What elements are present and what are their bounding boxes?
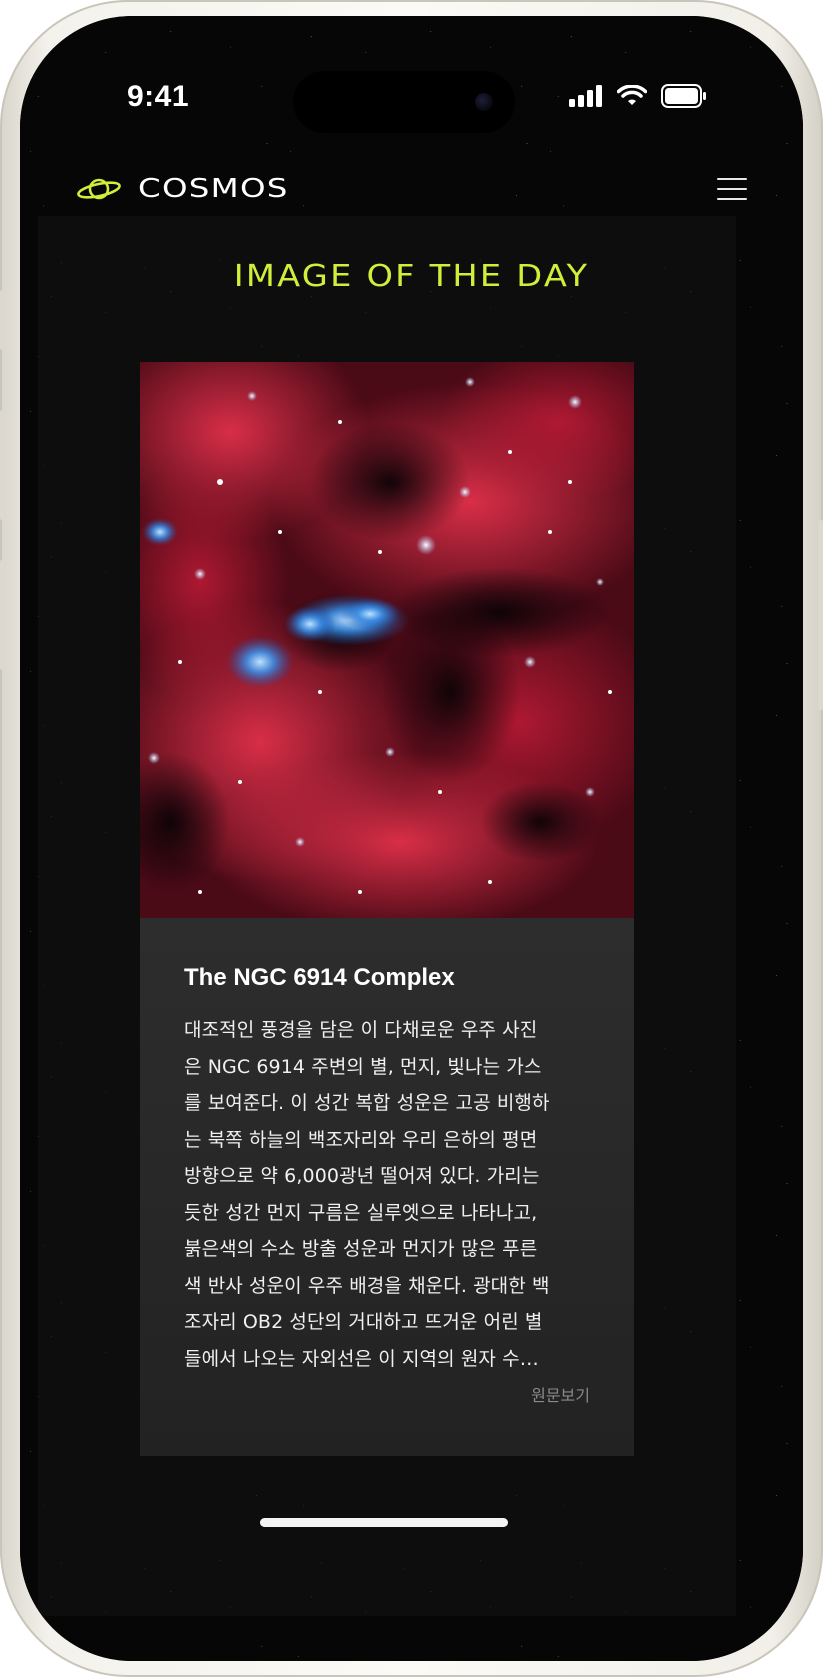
article-body-line: 은 NGC 6914 주변의 별, 먼지, 빛나는 가스 <box>184 1055 542 1078</box>
phone-frame: 9:41 COSMOS IMAGE OF THE DAY The NGC 691… <box>0 0 823 1677</box>
article-body-line: 를 보여준다. 이 성간 복합 성운은 고공 비행하 <box>184 1092 550 1114</box>
article-card: The NGC 6914 Complex 대조적인 풍경을 담은 이 다채로운 … <box>140 918 634 1456</box>
side-button <box>818 520 823 710</box>
wifi-icon <box>617 85 647 105</box>
section-title: IMAGE OF THE DAY <box>233 259 590 294</box>
brand-name[interactable]: COSMOS <box>138 174 289 204</box>
view-original-link[interactable]: 원문보기 <box>531 1382 590 1406</box>
article-body-line: 는 북쪽 하늘의 백조자리와 우리 은하의 평면 <box>184 1128 538 1151</box>
article-body-line: 대조적인 풍경을 담은 이 다채로운 우주 사진 <box>184 1019 538 1041</box>
hamburger-menu-icon[interactable] <box>717 178 747 202</box>
planet-icon[interactable] <box>76 174 122 204</box>
cellular-signal-icon <box>569 85 602 107</box>
front-camera-icon <box>475 93 493 111</box>
article-body-line: 색 반사 성운이 우주 배경을 채운다. 광대한 백 <box>184 1274 550 1297</box>
article-body-line: 듯한 성간 먼지 구름은 실루엣으로 나타나고, <box>184 1201 538 1224</box>
home-indicator[interactable] <box>260 1518 508 1527</box>
status-icons <box>569 84 707 108</box>
top-navigation-bar: COSMOS <box>20 156 803 222</box>
article-title: The NGC 6914 Complex <box>184 964 455 991</box>
article-body-line: 붉은색의 수소 방출 성운과 먼지가 많은 푸른 <box>184 1238 538 1260</box>
side-button <box>0 560 5 670</box>
article-body-line: 들에서 나오는 자외선은 이 지역의 원자 수… <box>184 1347 539 1370</box>
article-body: 대조적인 풍경을 담은 이 다채로운 우주 사진 은 NGC 6914 주변의 … <box>184 1012 594 1377</box>
dynamic-island <box>293 71 515 133</box>
status-time: 9:41 <box>127 80 190 113</box>
side-button <box>0 410 5 520</box>
article-body-line: 조자리 OB2 성단의 거대하고 뜨거운 어린 별 <box>184 1311 543 1333</box>
side-button <box>0 290 5 350</box>
nebula-image-art <box>140 362 634 918</box>
phone-screen: 9:41 COSMOS IMAGE OF THE DAY The NGC 691… <box>20 16 803 1661</box>
battery-icon <box>661 84 706 108</box>
article-body-line: 방향으로 약 6,000광년 떨어져 있다. 가리는 <box>184 1165 540 1187</box>
nebula-image[interactable] <box>140 362 634 918</box>
